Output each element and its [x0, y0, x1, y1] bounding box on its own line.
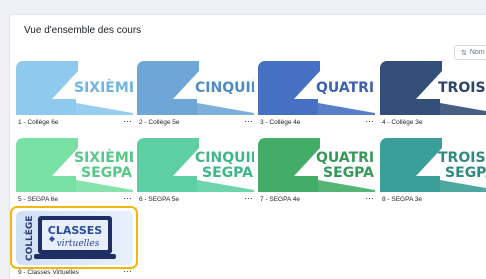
course-banner-text: CINQUIÈMI — [195, 79, 254, 96]
course-card[interactable]: TROISIÈ4 - Collège 3e… — [380, 61, 486, 131]
course-name[interactable]: 7 - SEGPA 4e — [260, 196, 300, 203]
course-image[interactable]: CINQUIÈMISEGPA — [137, 138, 254, 192]
course-card[interactable]: SIXIÈME SEGPA 5 - SEGPA 6e … — [16, 138, 133, 208]
course-banner-text: TROISIÈ — [438, 149, 486, 166]
panel-title: Vue d'ensemble des cours — [24, 25, 142, 36]
course-card[interactable]: QUATRIÈM 3 - Collège 4e … — [258, 61, 375, 131]
course-banner-text: SEGPA — [445, 165, 486, 181]
course-card[interactable]: CINQUIÈMISEGPA 6 - SEGPA 5e … — [137, 138, 254, 208]
sort-button[interactable]: ⇅ Nom — [454, 45, 486, 60]
course-card[interactable]: QUATRIÈMSEGPA 7 - SEGPA 4e … — [258, 138, 375, 208]
course-image[interactable]: CINQUIÈMI — [137, 61, 254, 115]
course-menu-button[interactable]: … — [123, 115, 132, 124]
course-card[interactable]: CINQUIÈMI 2 - Collège 5e … — [137, 61, 254, 131]
course-name[interactable]: 8 - SEGPA 3e — [382, 196, 422, 203]
course-image[interactable]: QUATRIÈM — [258, 61, 375, 115]
course-name[interactable]: 2 - Collège 5e — [139, 119, 179, 126]
course-image[interactable]: SIXIÈME SEGPA — [16, 138, 133, 192]
course-image[interactable]: SIXIÈME — [16, 61, 133, 115]
course-image[interactable]: TROISIÈSEGPA — [380, 138, 486, 192]
course-menu-button[interactable]: … — [123, 192, 132, 201]
course-image[interactable]: QUATRIÈMSEGPA — [258, 138, 375, 192]
course-menu-button[interactable]: … — [244, 115, 253, 124]
course-name[interactable]: 3 - Collège 4e — [260, 119, 300, 126]
course-banner-text: SIXIÈME — [74, 79, 133, 96]
course-banner-text: SIXIÈME — [74, 149, 133, 166]
course-banner-text: SEGPA — [202, 165, 253, 181]
sort-label: Nom — [469, 49, 485, 56]
course-image[interactable]: TROISIÈ — [380, 61, 486, 115]
course-banner-text: SEGPA — [323, 165, 374, 181]
course-menu-button[interactable]: … — [244, 192, 253, 201]
course-card[interactable]: SIXIÈME 1 - Collège 6e … — [16, 61, 133, 131]
course-card[interactable]: TROISIÈSEGPA8 - SEGPA 3e… — [380, 138, 486, 208]
course-name[interactable]: 9 - Classes Virtuelles — [18, 269, 79, 276]
course-banner-text: QUATRIÈM — [316, 149, 375, 166]
course-banner-text: TROISIÈ — [438, 79, 486, 96]
course-name[interactable]: 1 - Collège 6e — [18, 119, 58, 126]
course-menu-button[interactable]: … — [365, 115, 374, 124]
course-name[interactable]: 6 - SEGPA 5e — [139, 196, 179, 203]
course-name[interactable]: 5 - SEGPA 6e — [18, 196, 58, 203]
course-menu-button[interactable]: … — [365, 192, 374, 201]
course-banner-text: SEGPA — [81, 165, 132, 181]
course-name[interactable]: 4 - Collège 3e — [382, 119, 422, 126]
highlight-frame — [10, 206, 138, 269]
course-banner-text: CINQUIÈMI — [195, 149, 254, 166]
sort-icon: ⇅ — [461, 49, 467, 57]
course-banner-text: QUATRIÈM — [316, 79, 375, 96]
